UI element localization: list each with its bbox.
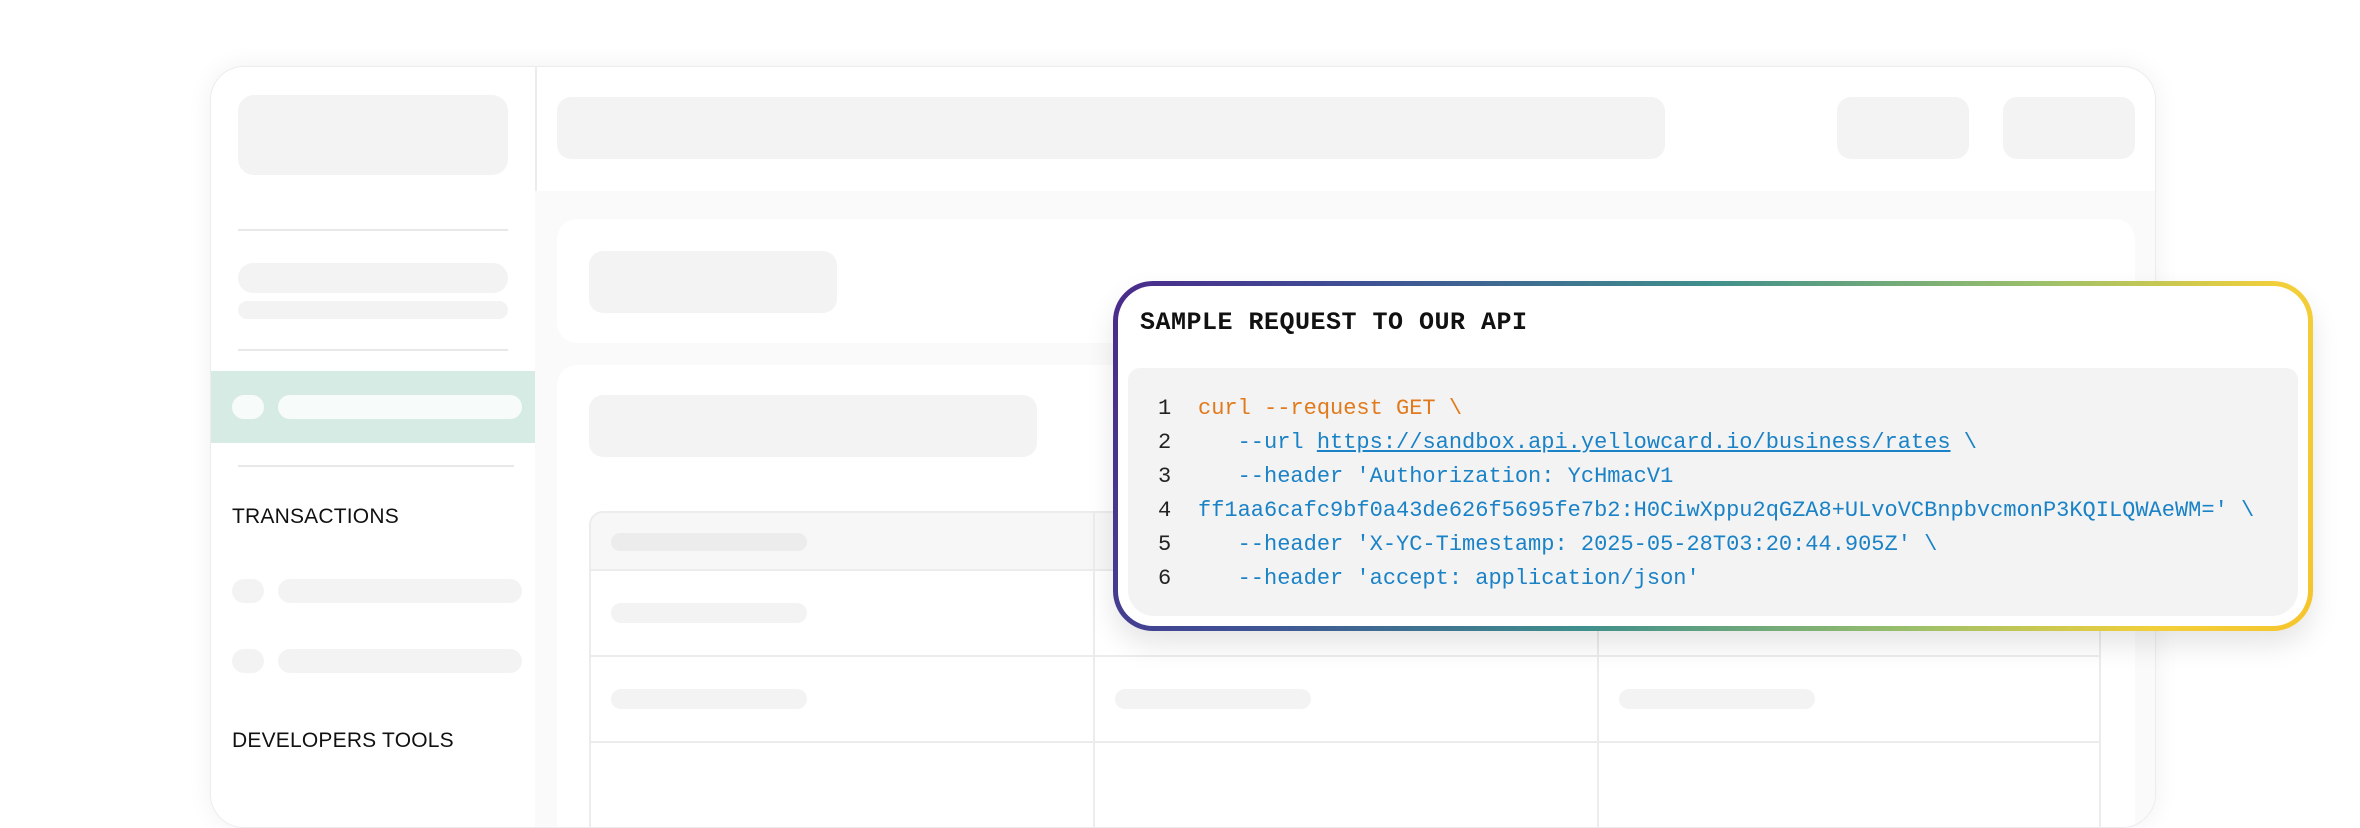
cell-placeholder xyxy=(611,689,807,709)
line-number: 4 xyxy=(1158,498,1172,523)
sidebar-item-icon xyxy=(232,579,264,603)
row-divider xyxy=(591,655,2099,657)
code-text: --header 'Authorization: YcHmacV1 xyxy=(1198,460,1674,494)
line-number: 6 xyxy=(1158,566,1172,591)
sidebar-divider xyxy=(238,465,514,467)
line-number: 1 xyxy=(1158,396,1172,421)
code-token: \ xyxy=(1950,430,1977,455)
code-token: --header 'accept: application/json' xyxy=(1198,566,1700,591)
account-detail-placeholder xyxy=(238,301,508,319)
api-sample-popup: SAMPLE REQUEST TO OUR API 1 curl --reques… xyxy=(1113,281,2313,631)
header-button-placeholder[interactable] xyxy=(2003,97,2135,159)
line-number: 2 xyxy=(1158,430,1172,455)
code-text: --header 'accept: application/json' xyxy=(1198,562,1700,596)
column-divider xyxy=(1093,513,1095,827)
header-cell-placeholder xyxy=(611,533,807,551)
code-text: ff1aa6cafc9bf0a43de626f5695fe7b2:H0CiwXp… xyxy=(1198,494,2254,528)
code-text: --url https://sandbox.api.yellowcard.io/… xyxy=(1198,426,1977,460)
api-url-link[interactable]: https://sandbox.api.yellowcard.io/busine… xyxy=(1317,430,1951,455)
section-label-developers-tools: DEVELOPERS TOOLS xyxy=(232,729,454,752)
sidebar-divider xyxy=(238,349,508,351)
line-number: 3 xyxy=(1158,464,1172,489)
code-token: curl --request GET \ xyxy=(1198,396,1463,421)
sidebar-divider xyxy=(238,229,508,231)
code-token: --header 'X-YC-Timestamp: 2025-05-28T03:… xyxy=(1198,532,1938,557)
code-token: --url xyxy=(1198,430,1317,455)
code-token: --header 'Authorization: YcHmacV1 xyxy=(1198,464,1674,489)
code-text: curl --request GET \ xyxy=(1198,392,1462,426)
sidebar-item-label-placeholder xyxy=(278,395,522,419)
cell-placeholder xyxy=(1115,689,1311,709)
sidebar-item-icon xyxy=(232,395,264,419)
sidebar: TRANSACTIONS DEVELOPERS TOOLS xyxy=(211,67,537,827)
code-text: --header 'X-YC-Timestamp: 2025-05-28T03:… xyxy=(1198,528,1938,562)
cell-placeholder xyxy=(611,603,807,623)
search-bar-placeholder[interactable] xyxy=(557,97,1665,159)
section-label-transactions: TRANSACTIONS xyxy=(232,505,399,528)
row-divider xyxy=(591,741,2099,743)
card-title-placeholder xyxy=(589,251,837,313)
sidebar-item-active[interactable] xyxy=(211,371,535,443)
logo-placeholder xyxy=(238,95,508,175)
code-block: 1 curl --request GET \ 2 --url https://san… xyxy=(1128,368,2298,616)
code-token: ff1aa6cafc9bf0a43de626f5695fe7b2:H0CiwXp… xyxy=(1198,498,2255,523)
sidebar-item-transactions-1[interactable] xyxy=(278,579,522,603)
account-name-placeholder[interactable] xyxy=(238,263,508,293)
header-button-placeholder[interactable] xyxy=(1837,97,1969,159)
api-popup-inner: SAMPLE REQUEST TO OUR API 1 curl --reques… xyxy=(1118,286,2308,626)
api-popup-title: SAMPLE REQUEST TO OUR API xyxy=(1140,308,1528,337)
table-title-placeholder xyxy=(589,395,1037,457)
sidebar-item-icon xyxy=(232,649,264,673)
line-number: 5 xyxy=(1158,532,1172,557)
sidebar-item-transactions-2[interactable] xyxy=(278,649,522,673)
cell-placeholder xyxy=(1619,689,1815,709)
